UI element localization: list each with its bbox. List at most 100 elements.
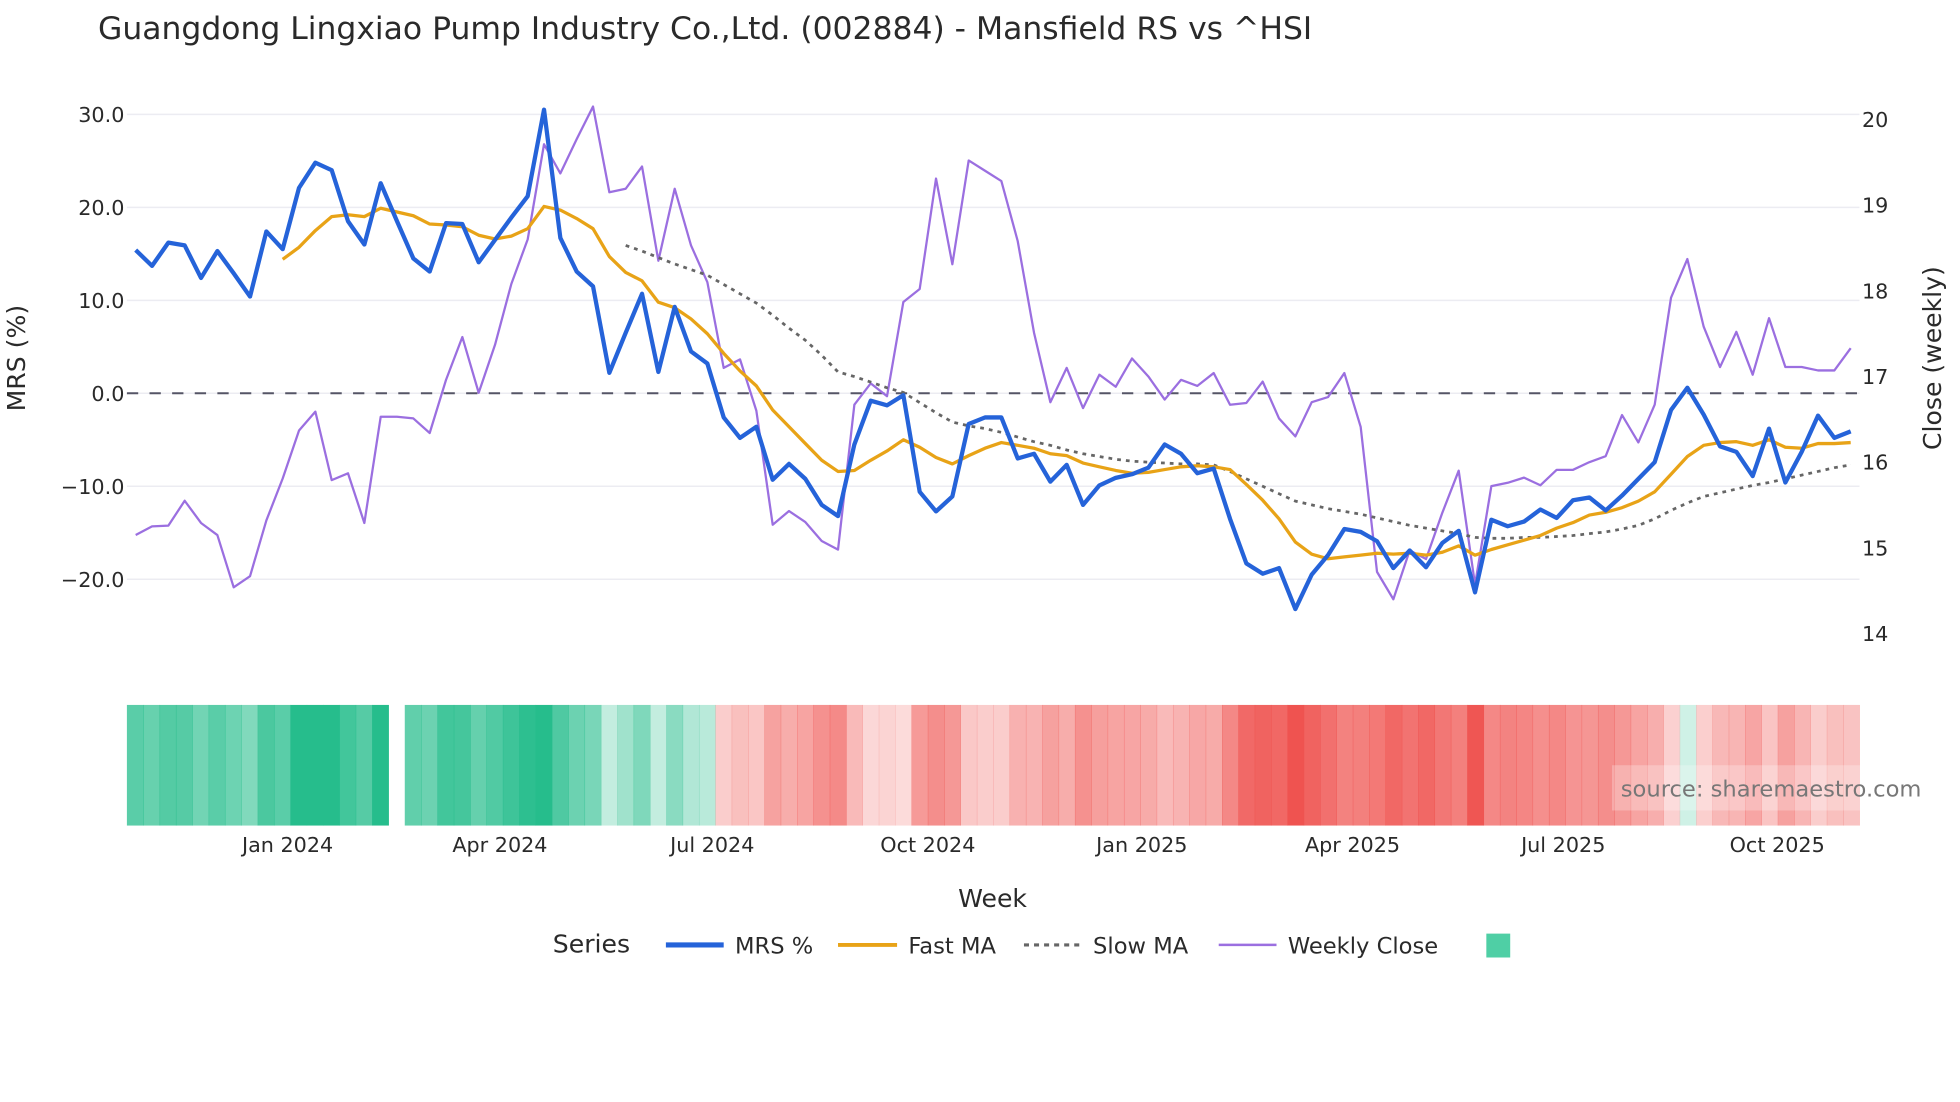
heatmap-cell [960,704,978,826]
fast-ma-line [281,204,1851,561]
heatmap-cell [355,704,373,826]
heatmap-cell [290,704,308,826]
heatmap-cell [1042,704,1060,826]
heatmap-cell [470,704,487,826]
heatmap-cell [1320,704,1337,826]
heatmap-cell [1434,704,1452,826]
heatmap-cell [372,704,389,826]
x-tick-label: Apr 2024 [452,833,547,857]
heatmap-cell [1336,704,1354,826]
heatmap-cell [1107,704,1125,826]
x-tick-label: Oct 2025 [1730,833,1825,857]
heatmap-cell [895,704,912,826]
heatmap-cell [306,704,324,826]
heatmap-cell [1189,704,1207,826]
x-tick-label: Jan 2024 [240,833,333,857]
legend-item-fast-ma[interactable]: Fast MA [838,934,997,960]
mrs-line [134,107,1852,612]
legend-item-slow-ma[interactable]: Slow MA [1023,934,1189,960]
heatmap-cell [1516,704,1534,826]
x-tick-label: Jul 2024 [668,833,754,857]
heatmap-cell [976,704,994,826]
heatmap-cell [878,704,896,826]
y2-tick-label: 15 [1862,536,1888,560]
heatmap-cell [1565,704,1583,826]
heatmap-cell [551,704,569,826]
heatmap-cell [1009,704,1027,826]
heatmap-cell [1172,704,1190,826]
legend: Series MRS % Fast MA Slow MA Weekly Clos… [553,929,1511,960]
heatmap-cell [813,704,831,826]
right-axis-ticks: 20 19 18 17 16 15 14 [1862,108,1888,646]
heatmap-cell [1303,704,1321,826]
legend-swatch-heatmap[interactable] [1486,933,1511,958]
heatmap-cell [126,704,144,826]
legend-label-weekly-close: Weekly Close [1288,934,1438,960]
y-tick-label: 20.0 [78,196,124,220]
heatmap-cell [1369,704,1386,826]
heatmap-cell [192,704,210,826]
y2-tick-label: 19 [1862,194,1888,218]
heatmap-cell [1140,704,1158,826]
y2-tick-label: 14 [1862,622,1888,646]
y2-axis-title: Close (weekly) [1918,266,1947,450]
heatmap-cell [421,704,438,826]
weekly-close-line [135,105,1852,601]
heatmap-cell [1532,704,1550,826]
heatmap-cell [911,704,929,826]
heatmap-cell [1091,704,1109,826]
y-axis-title: MRS (%) [2,305,31,411]
legend-title: Series [553,929,630,958]
heatmap-cell [486,704,504,826]
heatmap-cell [1401,704,1419,826]
heatmap-cell [1074,704,1092,826]
left-axis-ticks: 30.0 20.0 10.0 0.0 −10.0 −20.0 [61,103,124,592]
heatmap-cell [698,704,716,826]
heatmap-cell [1254,704,1272,826]
heatmap-cell [208,704,226,826]
heatmap-cell [568,704,586,826]
y-tick-label: 10.0 [78,289,124,313]
heatmap-cell [1467,704,1485,826]
heatmap-cell [1271,704,1288,826]
slow-ma-line [625,244,1851,540]
x-axis-title: Week [958,884,1027,913]
x-tick-label: Oct 2024 [880,833,975,857]
heatmap-cell [257,704,275,826]
y-tick-label: 0.0 [91,382,124,406]
heatmap-cell [600,704,618,826]
heatmap-cell [731,704,749,826]
heatmap-cell [1418,704,1436,826]
legend-label-slow-ma: Slow MA [1093,934,1189,960]
y2-tick-label: 16 [1862,451,1888,475]
legend-item-weekly-close[interactable]: Weekly Close [1218,934,1438,960]
heatmap-cell [1581,704,1599,826]
heatmap-cell [175,704,193,826]
y-tick-label: −10.0 [61,475,124,499]
heatmap-cell [1548,704,1566,826]
heatmap-cell [339,704,357,826]
heatmap-cell [1385,704,1403,826]
heatmap-cell [502,704,520,826]
x-tick-label: Apr 2025 [1305,833,1400,857]
x-tick-label: Jul 2025 [1519,833,1605,857]
heatmap-cell [1058,704,1076,826]
heatmap-cell [1287,704,1305,826]
heatmap-cell [1238,704,1256,826]
heatmap-cell [224,704,242,826]
heatmap-cell [862,704,880,826]
heatmap-cell [666,704,684,826]
x-axis-ticks: Jan 2024 Apr 2024 Jul 2024 Oct 2024 Jan 2025… [240,833,1825,857]
chart-title: Guangdong Lingxiao Pump Industry Co.,Ltd… [98,11,1312,47]
y2-tick-label: 18 [1862,279,1888,303]
heatmap-cell [927,704,945,826]
heatmap-cell [764,704,782,826]
y2-tick-label: 20 [1862,108,1888,132]
heatmap-cell [780,704,798,826]
heatmap-cell [797,704,814,826]
heatmap-cell [519,704,537,826]
legend-item-mrs[interactable]: MRS % [665,934,813,960]
heatmap-cell [649,704,667,826]
heatmap-cell [273,704,291,826]
legend-label-mrs: MRS % [735,934,813,960]
